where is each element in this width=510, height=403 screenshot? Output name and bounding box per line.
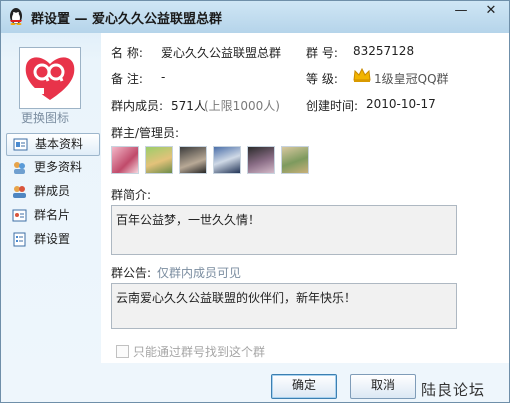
window-title: 群设置 — 爱心久久公益联盟总群 [31, 12, 223, 27]
search-only-label: 只能通过群号找到这个群 [133, 345, 266, 359]
ok-button-label: 确定 [291, 378, 316, 392]
members-limit: (上限1000人) [204, 99, 280, 113]
group-avatar[interactable] [19, 47, 81, 109]
search-only-checkbox[interactable] [116, 345, 129, 358]
minimize-icon: — [454, 3, 468, 18]
intro-textbox[interactable]: 百年公益梦，一世久久情！ [111, 205, 457, 255]
more-info-icon [14, 162, 25, 174]
business-card-icon [12, 209, 27, 222]
sidebar-item-label: 群设置 [34, 232, 71, 246]
members-icon [13, 186, 26, 198]
created-value: 2010-10-17 [366, 97, 436, 111]
admin-avatar[interactable] [111, 146, 139, 174]
profile-card-icon [13, 138, 28, 151]
sidebar-item-business-card[interactable]: 群名片 [6, 205, 98, 226]
sidebar-item-members[interactable]: 群成员 [6, 181, 98, 202]
remark-label: 备 注: [111, 72, 143, 86]
group-name-value: 爱心久久公益联盟总群 [161, 46, 282, 60]
group-number-label: 群 号: [306, 46, 338, 60]
sidebar-item-basic-info[interactable]: 基本资料 [6, 133, 100, 156]
sidebar-item-label: 基本资料 [35, 137, 84, 151]
admin-avatar[interactable] [145, 146, 173, 174]
minimize-button[interactable]: — [447, 1, 475, 21]
admin-avatar[interactable] [247, 146, 275, 174]
change-icon-link[interactable]: 更换图标 [21, 109, 69, 126]
admin-avatar[interactable] [281, 146, 309, 174]
sidebar-item-label: 更多资料 [34, 160, 83, 174]
sidebar-item-more-info[interactable]: 更多资料 [6, 157, 98, 178]
sidebar-item-label: 群成员 [34, 184, 71, 198]
announcement-visibility-note: 仅群内成员可见 [157, 266, 242, 280]
settings-icon [13, 232, 26, 247]
cancel-button-label: 取消 [370, 378, 395, 392]
basic-info-panel: 名 称: 爱心久久公益联盟总群 群 号: 83257128 备 注: - 等 级… [101, 33, 509, 363]
group-settings-window: 群设置 — 爱心久久公益联盟总群 — ✕ 更换图标 基本资料 更多资料 群成员 [0, 0, 510, 403]
admin-avatar[interactable] [179, 146, 207, 174]
announcement-textbox[interactable]: 云南爱心久久公益联盟的伙伴们，新年快乐！ [111, 283, 457, 329]
title-bar[interactable]: 群设置 — 爱心久久公益联盟总群 — ✕ [1, 1, 509, 33]
intro-label: 群简介: [111, 188, 152, 202]
announcement-label: 群公告: [111, 266, 152, 280]
group-number-value: 83257128 [353, 44, 415, 58]
forum-watermark: 陆良论坛 [421, 381, 486, 399]
sidebar: 更换图标 基本资料 更多资料 群成员 群名片 群设置 [1, 33, 101, 363]
admin-avatar[interactable] [213, 146, 241, 174]
members-label: 群内成员: [111, 99, 164, 113]
cancel-button[interactable]: 取消 [350, 374, 416, 399]
group-logo-icon [25, 57, 75, 100]
ok-button[interactable]: 确定 [271, 374, 337, 399]
admins-label: 群主/管理员: [111, 126, 180, 140]
announcement-text: 云南爱心久久公益联盟的伙伴们，新年快乐！ [116, 291, 357, 305]
close-icon: ✕ [485, 3, 497, 18]
qq-penguin-icon [10, 8, 22, 25]
intro-text: 百年公益梦，一世久久情！ [116, 213, 261, 227]
level-value: 1级皇冠QQ群 [374, 72, 449, 86]
sidebar-item-label: 群名片 [34, 208, 71, 222]
name-label: 名 称: [111, 46, 143, 60]
members-count: 571人 [171, 99, 206, 113]
crown-icon [353, 68, 371, 82]
remark-value: - [161, 70, 166, 84]
sidebar-item-settings[interactable]: 群设置 [6, 229, 98, 250]
level-label: 等 级: [306, 72, 338, 86]
close-button[interactable]: ✕ [475, 1, 507, 21]
created-label: 创建时间: [306, 99, 359, 113]
